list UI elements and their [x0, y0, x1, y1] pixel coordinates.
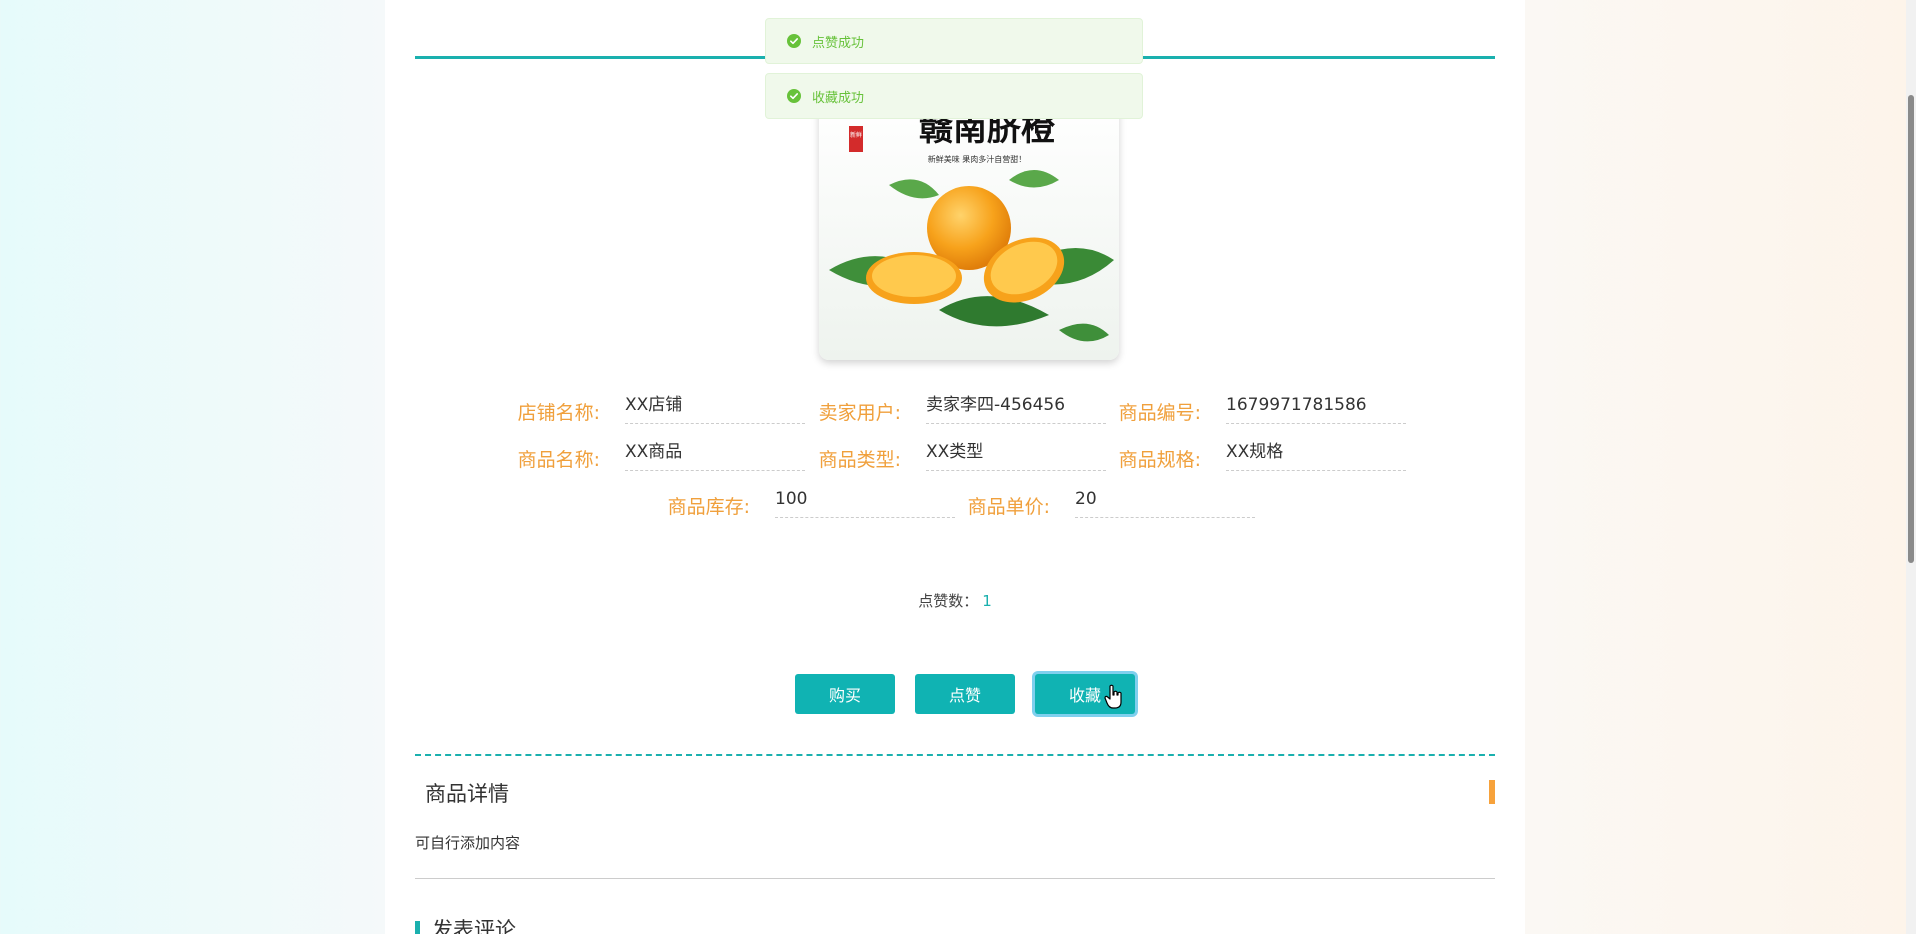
- field-label: 店铺名称:: [517, 402, 600, 424]
- seller-value: 卖家李四-456456: [926, 392, 1106, 424]
- product-image: 赣南脐橙 新鲜美味 果肉多汁自营甜！ 新鲜: [819, 100, 1119, 360]
- like-count-value: 1: [982, 592, 992, 610]
- shop-name-value: XX店铺: [625, 392, 805, 424]
- field-label: 商品单价:: [967, 496, 1050, 518]
- field-label: 商品库存:: [667, 496, 750, 518]
- price-value: 20: [1075, 486, 1255, 518]
- toast-message: 收藏成功: [812, 90, 865, 106]
- like-count-label: 点赞数：: [918, 592, 979, 610]
- success-check-icon: [787, 89, 801, 103]
- field-label: 卖家用户:: [818, 402, 901, 424]
- field-label: 商品名称:: [517, 449, 600, 471]
- details-content: 可自行添加内容: [415, 834, 521, 852]
- like-count-row: 点赞数： 1: [385, 590, 1525, 611]
- comment-accent-bar: [415, 921, 420, 934]
- favorite-success-toast: 收藏成功: [765, 73, 1143, 119]
- like-success-toast: 点赞成功: [765, 18, 1143, 64]
- field-label: 商品编号:: [1118, 402, 1201, 424]
- product-spec-value: XX规格: [1226, 439, 1406, 471]
- like-button[interactable]: 点赞: [915, 674, 1015, 714]
- details-divider: [415, 878, 1495, 879]
- buy-button[interactable]: 购买: [795, 674, 895, 714]
- field-label: 商品类型:: [818, 449, 901, 471]
- comment-title: 发表评论: [432, 918, 516, 934]
- product-type-value: XX类型: [926, 439, 1106, 471]
- product-image-subtitle: 新鲜美味 果肉多汁自营甜！: [928, 154, 1027, 164]
- details-title: 商品详情: [425, 782, 509, 806]
- page-scrollbar[interactable]: [1906, 0, 1916, 934]
- product-detail-page: 点赞成功 收藏成功 赣南脐橙 新鲜美味 果肉多汁自营甜！ 新鲜 店铺名称: XX…: [385, 0, 1525, 934]
- product-no-value: 1679971781586: [1226, 392, 1406, 424]
- toast-message: 点赞成功: [812, 35, 865, 51]
- product-image-stamp: 新鲜: [850, 131, 862, 139]
- section-divider: [415, 754, 1495, 756]
- details-accent-bar: [1489, 780, 1495, 804]
- stock-value: 100: [775, 486, 955, 518]
- success-check-icon: [787, 34, 801, 48]
- field-label: 商品规格:: [1118, 449, 1201, 471]
- hand-cursor-icon: [1104, 684, 1124, 710]
- scrollbar-thumb[interactable]: [1908, 95, 1914, 563]
- product-name-value: XX商品: [625, 439, 805, 471]
